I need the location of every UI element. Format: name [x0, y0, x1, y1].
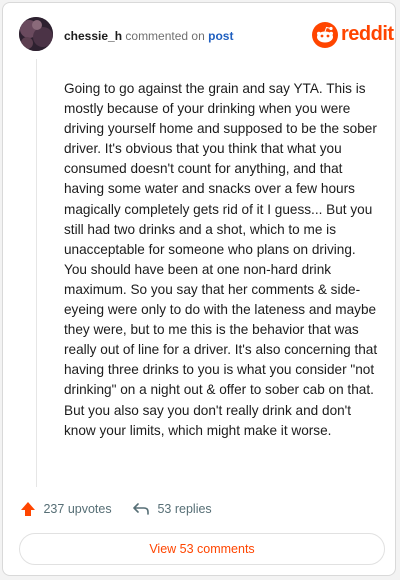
- comment-header: chessie_h commented on post: [64, 29, 233, 43]
- upvote-count: 237 upvotes: [43, 502, 112, 516]
- action-text: commented on: [125, 29, 205, 43]
- reply-arrow-icon: [133, 503, 149, 515]
- username[interactable]: chessie_h: [64, 29, 122, 43]
- upvote-button[interactable]: 237 upvotes: [20, 501, 112, 517]
- comment-body: Going to go against the grain and say YT…: [64, 81, 378, 438]
- reply-count: 53 replies: [157, 502, 212, 516]
- reddit-logo[interactable]: reddit: [312, 22, 394, 50]
- avatar[interactable]: [19, 17, 53, 51]
- post-link[interactable]: post: [208, 29, 233, 43]
- reddit-wordmark: reddit: [341, 23, 394, 45]
- reddit-icon: [312, 22, 338, 48]
- replies-button[interactable]: 53 replies: [132, 501, 212, 517]
- comment-card: chessie_h commented on post reddit Going…: [2, 2, 396, 576]
- upvote-arrow-icon: [21, 502, 35, 516]
- thread-line[interactable]: [36, 59, 37, 487]
- view-comments-button[interactable]: View 53 comments: [19, 533, 385, 565]
